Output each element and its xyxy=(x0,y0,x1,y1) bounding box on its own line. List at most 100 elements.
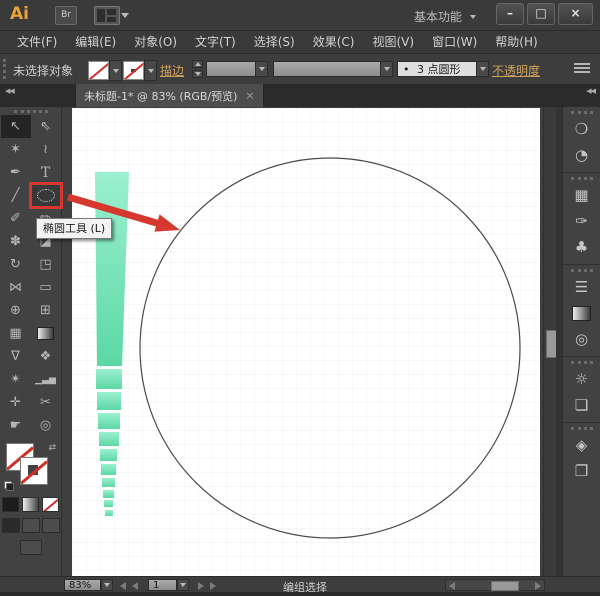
pen-tool[interactable]: ✒ xyxy=(1,161,31,184)
control-panel-options-icon[interactable] xyxy=(574,63,590,75)
control-bar-grip[interactable] xyxy=(3,59,6,79)
tab-close-icon[interactable]: × xyxy=(245,89,254,102)
stroke-weight-stepper[interactable] xyxy=(192,60,203,78)
type-tool[interactable]: T xyxy=(31,161,61,184)
menu-item-7[interactable]: 窗口(W) xyxy=(423,31,486,54)
stroke-panel-link[interactable]: 描边 xyxy=(160,62,184,79)
screen-mode-button[interactable] xyxy=(20,540,42,555)
workspace-layout-icon[interactable] xyxy=(94,6,120,25)
artboard-nav-next[interactable] xyxy=(198,582,216,590)
artboard-tool[interactable]: ✛ xyxy=(1,391,31,414)
hand-tool[interactable]: ☛ xyxy=(1,414,31,437)
vertical-scrollbar[interactable] xyxy=(543,107,556,576)
gradient-panel-icon[interactable] xyxy=(563,300,600,326)
eyedropper-tool[interactable]: ∇ xyxy=(1,345,31,368)
artboards-panel-icon[interactable]: ❐ xyxy=(563,458,600,484)
draw-behind-mode-button[interactable] xyxy=(22,518,40,533)
close-button[interactable]: × xyxy=(558,3,593,25)
stroke-panel-icon[interactable]: ☰ xyxy=(563,274,600,300)
stepper-up-icon[interactable] xyxy=(192,60,203,68)
menu-item-5[interactable]: 效果(C) xyxy=(304,31,364,54)
menu-item-2[interactable]: 对象(O) xyxy=(125,31,186,54)
fill-color-combo[interactable] xyxy=(88,60,122,81)
scroll-left-icon[interactable] xyxy=(449,582,455,590)
line-segment-tool[interactable]: ╱ xyxy=(1,184,31,207)
workspace-menu-dropdown-icon[interactable] xyxy=(470,15,476,19)
default-fill-stroke-icon[interactable] xyxy=(4,481,14,491)
swatches-panel-icon[interactable]: ▦ xyxy=(563,182,600,208)
zoom-dropdown-icon[interactable] xyxy=(101,579,113,591)
menu-item-6[interactable]: 视图(V) xyxy=(363,31,423,54)
panel-group-grip[interactable] xyxy=(571,177,593,180)
horizontal-scrollbar[interactable] xyxy=(445,579,545,591)
swap-fill-stroke-icon[interactable]: ⇄ xyxy=(48,443,56,453)
workspace-layout-dropdown-icon[interactable] xyxy=(121,13,129,18)
gradient-tool[interactable] xyxy=(31,322,61,345)
paintbrush-tool[interactable]: ✐ xyxy=(1,207,31,230)
selection-tool[interactable]: ↖ xyxy=(1,115,31,138)
ellipse-tool[interactable] xyxy=(31,184,61,207)
bridge-button[interactable]: Br xyxy=(55,6,77,25)
perspective-grid-tool[interactable]: ⊞ xyxy=(31,299,61,322)
right-panel-grip[interactable] xyxy=(571,111,593,114)
gradient-button[interactable] xyxy=(22,497,39,512)
panel-group-grip[interactable] xyxy=(571,269,593,272)
panel-collapse-icon[interactable]: ◀◀ xyxy=(586,87,595,95)
minimize-button[interactable]: – xyxy=(496,3,524,25)
fill-none-swatch[interactable] xyxy=(88,61,109,80)
workspace-menu[interactable]: 基本功能 xyxy=(414,8,462,25)
draw-inside-mode-button[interactable] xyxy=(42,518,60,533)
maximize-button[interactable]: □ xyxy=(527,3,555,25)
stroke-weight-dropdown-icon[interactable] xyxy=(256,61,268,77)
column-graph-tool[interactable]: ▁▃▅ xyxy=(31,368,61,391)
width-profile-combo[interactable]: • 3 点圆形 xyxy=(397,61,489,77)
width-profile-dropdown-icon[interactable] xyxy=(477,61,489,77)
artboard-nav-prev[interactable] xyxy=(120,582,138,590)
fill-dropdown-icon[interactable] xyxy=(109,60,122,81)
color-button[interactable] xyxy=(2,497,19,512)
blob-brush-tool[interactable]: ✽ xyxy=(1,230,31,253)
panel-group-grip[interactable] xyxy=(571,427,593,430)
none-button[interactable] xyxy=(42,497,59,512)
canvas-area[interactable] xyxy=(62,107,543,576)
panel-group-grip[interactable] xyxy=(571,361,593,364)
color-panel-icon[interactable]: ❍ xyxy=(563,116,600,142)
rotate-tool[interactable]: ↻ xyxy=(1,253,31,276)
graphic-styles-panel-icon[interactable]: ❏ xyxy=(563,392,600,418)
stroke-dropdown-icon[interactable] xyxy=(144,60,157,81)
menu-item-8[interactable]: 帮助(H) xyxy=(486,31,546,54)
scale-tool[interactable]: ◳ xyxy=(31,253,61,276)
menu-item-1[interactable]: 编辑(E) xyxy=(66,31,125,54)
opacity-link[interactable]: 不透明度 xyxy=(492,62,540,79)
menu-item-0[interactable]: 文件(F) xyxy=(8,31,66,54)
zoom-level-field[interactable]: 83% xyxy=(64,579,101,591)
document-tab[interactable]: 未标题-1* @ 83% (RGB/预览) × xyxy=(75,84,264,107)
brush-definition-dropdown-icon[interactable] xyxy=(381,61,393,77)
brushes-panel-icon[interactable]: ✑ xyxy=(563,208,600,234)
stepper-down-icon[interactable] xyxy=(192,70,203,78)
width-tool[interactable]: ⋈ xyxy=(1,276,31,299)
menu-item-3[interactable]: 文字(T) xyxy=(186,31,245,54)
lasso-tool[interactable]: ≀ xyxy=(31,138,61,161)
stroke-none-swatch[interactable] xyxy=(123,61,144,80)
stroke-weight-combo[interactable] xyxy=(206,61,268,77)
horizontal-scrollbar-thumb[interactable] xyxy=(491,581,519,591)
symbols-panel-icon[interactable]: ♣ xyxy=(563,234,600,260)
magic-wand-tool[interactable]: ✶ xyxy=(1,138,31,161)
direct-selection-tool[interactable]: ⇖ xyxy=(31,115,61,138)
color-guide-panel-icon[interactable]: ◔ xyxy=(563,142,600,168)
stroke-swatch[interactable] xyxy=(20,457,48,485)
appearance-panel-icon[interactable]: ☼ xyxy=(563,366,600,392)
transparency-panel-icon[interactable]: ◎ xyxy=(563,326,600,352)
artboard[interactable] xyxy=(72,108,540,576)
mesh-tool[interactable]: ▦ xyxy=(1,322,31,345)
slice-tool[interactable]: ✂ xyxy=(31,391,61,414)
stroke-color-combo[interactable] xyxy=(123,60,157,81)
artboard-number-field[interactable]: 1 xyxy=(148,579,177,591)
free-transform-tool[interactable]: ▭ xyxy=(31,276,61,299)
tools-panel-grip[interactable] xyxy=(14,110,48,113)
artboard-dropdown-icon[interactable] xyxy=(177,579,189,591)
zoom-tool[interactable]: ◎ xyxy=(31,414,61,437)
layers-panel-icon[interactable]: ◈ xyxy=(563,432,600,458)
tools-collapse-icon[interactable]: ◀◀ xyxy=(5,87,14,95)
